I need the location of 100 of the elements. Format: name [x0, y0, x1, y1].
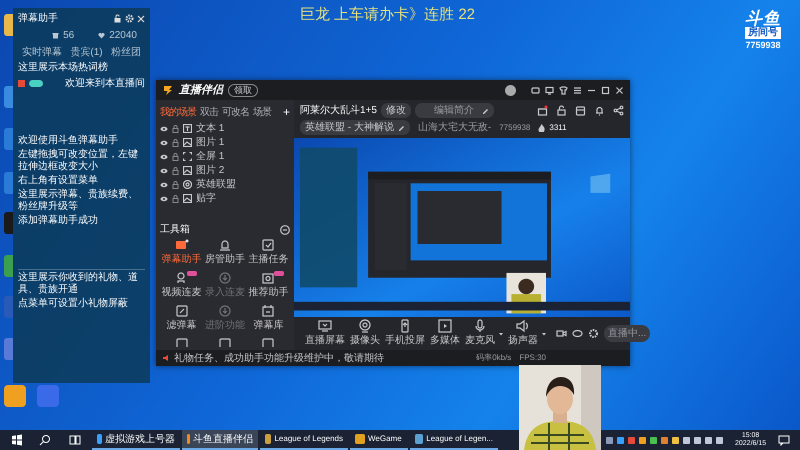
- lock-icon[interactable]: [172, 180, 179, 188]
- bell-icon[interactable]: [594, 105, 605, 116]
- record-icon[interactable]: [556, 328, 567, 340]
- status-message: 礼物任务、成功助手功能升级维护中，敬请期待: [174, 352, 384, 366]
- source-name[interactable]: 全屏 1: [196, 149, 224, 164]
- tip-text: 这里展示你收到的礼物、道具、贵族开通: [18, 272, 139, 296]
- app-logo: 直播伴侣: [179, 82, 223, 98]
- add-button[interactable]: +: [282, 103, 290, 121]
- room-id: 7759938: [499, 122, 530, 134]
- scene-tab[interactable]: 双击: [200, 104, 218, 120]
- menu-icon[interactable]: [573, 86, 582, 94]
- lock-icon[interactable]: [172, 138, 179, 146]
- control-button[interactable]: 摄像头: [350, 319, 380, 348]
- avatar[interactable]: [505, 84, 516, 96]
- panel-tab[interactable]: 贵宾(1): [70, 45, 103, 60]
- tool-button[interactable]: 弹幕助手: [160, 238, 204, 267]
- eye-icon[interactable]: [160, 182, 168, 188]
- eye-icon[interactable]: [160, 126, 168, 132]
- stat-value: 22040: [109, 29, 137, 43]
- edit-icon: [174, 304, 189, 318]
- lock-icon[interactable]: [172, 124, 179, 132]
- eye-icon[interactable]: [160, 168, 168, 174]
- scene-tab[interactable]: 可改名: [222, 104, 249, 120]
- control-button[interactable]: 手机投屏: [385, 319, 425, 348]
- media-icon: [438, 319, 452, 334]
- windows-icon[interactable]: [10, 433, 24, 447]
- lock-icon[interactable]: [113, 14, 122, 23]
- lock-icon[interactable]: [172, 166, 179, 174]
- pencil-icon: [482, 107, 489, 114]
- source-image-icon: [183, 194, 192, 203]
- share-icon[interactable]: [613, 105, 624, 116]
- source-name[interactable]: 文本 1: [196, 121, 224, 136]
- eye-icon[interactable]: [160, 154, 168, 160]
- edit-button[interactable]: 修改: [380, 103, 411, 118]
- gift-icon[interactable]: [537, 105, 548, 116]
- taskbar-app[interactable]: WeGame: [350, 430, 408, 450]
- tool-button[interactable]: 主播任务: [246, 238, 290, 267]
- source-screen-icon: [183, 152, 192, 161]
- box-icon[interactable]: [575, 105, 586, 116]
- lock-icon[interactable]: [172, 152, 179, 160]
- speaker-icon: [516, 319, 530, 334]
- tip-text: 右上角有设置菜单: [18, 175, 99, 187]
- maximize-icon[interactable]: [601, 86, 610, 94]
- taskbar-app[interactable]: League of Legends: [260, 430, 348, 450]
- shirt-icon[interactable]: [559, 86, 568, 94]
- source-name[interactable]: 图片 2: [196, 163, 224, 178]
- control-button[interactable]: 扬声器: [508, 319, 538, 348]
- category-button[interactable]: 英雄联盟 - 大神解说: [300, 120, 410, 135]
- control-button[interactable]: 直播屏幕: [305, 319, 345, 348]
- source-name[interactable]: 英雄联盟: [196, 177, 236, 192]
- search-icon[interactable]: [38, 433, 52, 447]
- desktop-icon[interactable]: [4, 385, 26, 407]
- tip-text: 这里展示弹幕、贵族续费、粉丝牌升级等: [18, 189, 139, 213]
- close-icon[interactable]: [137, 14, 145, 22]
- speaker-icon: [162, 354, 170, 362]
- close-icon[interactable]: [615, 86, 624, 94]
- caret-icon[interactable]: [499, 332, 503, 336]
- notice-field[interactable]: 编辑简介: [414, 103, 494, 118]
- eye-icon[interactable]: [160, 140, 168, 146]
- panel-tab[interactable]: 粉丝团: [110, 45, 141, 60]
- notification-icon[interactable]: [778, 434, 790, 446]
- control-button[interactable]: 麦克风: [465, 319, 495, 348]
- eye-icon[interactable]: [572, 328, 583, 340]
- calendar-icon: [261, 304, 276, 318]
- taskbar-app[interactable]: 斗鱼直播伴侣: [182, 430, 258, 450]
- stream-stat: FPS:30: [519, 352, 546, 364]
- stream-name: 阿莱尔大乱斗1+5: [300, 104, 377, 118]
- live-button[interactable]: 直播中...: [604, 325, 650, 342]
- claim-button[interactable]: 领取: [228, 84, 258, 96]
- toolbox-title: 工具箱: [160, 223, 190, 237]
- welcome-text: 欢迎来到本直播间: [65, 76, 145, 91]
- settings-icon[interactable]: [125, 14, 134, 23]
- scene-tab[interactable]: 我的场景: [160, 104, 196, 120]
- eye-icon[interactable]: [160, 196, 168, 202]
- settings-icon[interactable]: [588, 328, 599, 340]
- tool-button[interactable]: 房管助手: [203, 238, 247, 267]
- collapse-icon[interactable]: [280, 224, 290, 234]
- task-view-icon[interactable]: [68, 433, 82, 447]
- source-text-icon: [183, 124, 192, 133]
- flame-icon: [538, 124, 546, 132]
- tool-button[interactable]: 推荐助手: [246, 271, 290, 300]
- tool-button[interactable]: 滤弹幕: [160, 304, 204, 333]
- caret-icon[interactable]: [542, 332, 546, 336]
- logo-text: 斗鱼: [745, 10, 781, 27]
- taskbar-app[interactable]: 虚拟游戏上号器: [92, 430, 180, 450]
- panel-tab[interactable]: 实时弹幕: [22, 45, 62, 60]
- tool-button[interactable]: 视频连麦: [160, 271, 204, 300]
- camera-icon: [261, 271, 276, 285]
- unlock-icon[interactable]: [556, 105, 567, 116]
- taskbar-app[interactable]: League of Legen...: [410, 430, 498, 450]
- stat-value: 56: [63, 29, 74, 43]
- source-name[interactable]: 图片 1: [196, 135, 224, 150]
- tool-button[interactable]: 弹幕库: [246, 304, 290, 333]
- fan-badge: [29, 80, 43, 87]
- scene-tab[interactable]: 场景: [253, 104, 271, 120]
- control-button[interactable]: 多媒体: [430, 319, 460, 348]
- heart-icon: [98, 32, 106, 39]
- screen-icon[interactable]: [545, 86, 554, 94]
- lock-icon[interactable]: [172, 194, 179, 202]
- source-name[interactable]: 贴字: [196, 191, 216, 206]
